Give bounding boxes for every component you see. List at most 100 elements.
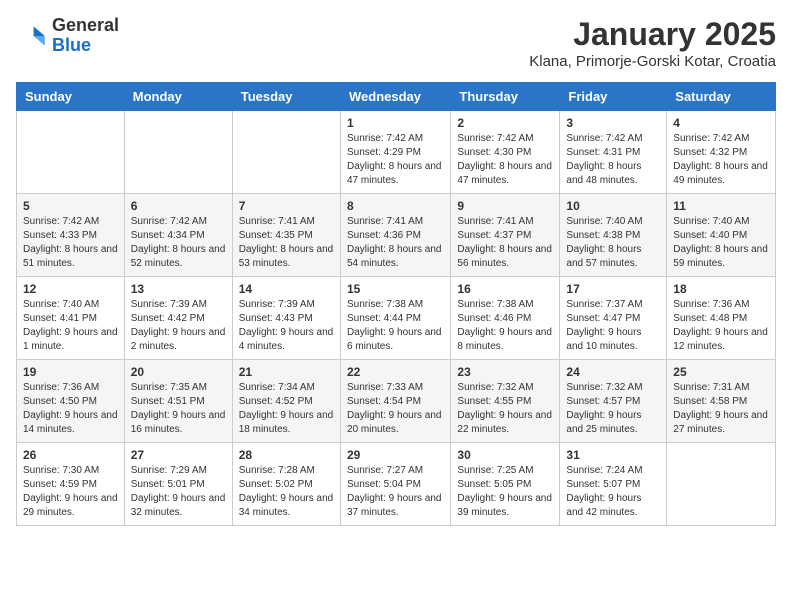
day-detail: Sunrise: 7:42 AM Sunset: 4:32 PM Dayligh…: [673, 132, 769, 188]
day-detail: Sunrise: 7:41 AM Sunset: 4:36 PM Dayligh…: [347, 215, 444, 271]
day-detail: Sunrise: 7:27 AM Sunset: 5:04 PM Dayligh…: [347, 464, 444, 520]
logo: General Blue: [16, 16, 119, 56]
day-number: 19: [23, 365, 118, 379]
calendar-week-row: 1 Sunrise: 7:42 AM Sunset: 4:29 PM Daylig…: [17, 111, 776, 194]
weekday-header-wednesday: Wednesday: [340, 83, 450, 111]
day-number: 5: [23, 199, 118, 213]
weekday-header-saturday: Saturday: [667, 83, 776, 111]
day-detail: Sunrise: 7:40 AM Sunset: 4:38 PM Dayligh…: [566, 215, 660, 271]
day-number: 1: [347, 116, 444, 130]
day-detail: Sunrise: 7:41 AM Sunset: 4:35 PM Dayligh…: [239, 215, 334, 271]
day-number: 4: [673, 116, 769, 130]
calendar-cell: 2 Sunrise: 7:42 AM Sunset: 4:30 PM Daylig…: [451, 111, 560, 194]
day-number: 26: [23, 448, 118, 462]
day-number: 17: [566, 282, 660, 296]
day-detail: Sunrise: 7:38 AM Sunset: 4:46 PM Dayligh…: [457, 298, 553, 354]
day-detail: Sunrise: 7:33 AM Sunset: 4:54 PM Dayligh…: [347, 381, 444, 437]
day-number: 21: [239, 365, 334, 379]
day-detail: Sunrise: 7:42 AM Sunset: 4:30 PM Dayligh…: [457, 132, 553, 188]
calendar-cell: 10 Sunrise: 7:40 AM Sunset: 4:38 PM Dayli…: [560, 194, 667, 277]
day-detail: Sunrise: 7:25 AM Sunset: 5:05 PM Dayligh…: [457, 464, 553, 520]
calendar-cell: 8 Sunrise: 7:41 AM Sunset: 4:36 PM Daylig…: [340, 194, 450, 277]
day-detail: Sunrise: 7:36 AM Sunset: 4:50 PM Dayligh…: [23, 381, 118, 437]
calendar-cell: 27Sunrise: 7:29 AM Sunset: 5:01 PM Dayli…: [124, 443, 232, 526]
calendar-cell: [124, 111, 232, 194]
calendar-subtitle: Klana, Primorje-Gorski Kotar, Croatia: [529, 53, 776, 70]
day-number: 11: [673, 199, 769, 213]
day-detail: Sunrise: 7:37 AM Sunset: 4:47 PM Dayligh…: [566, 298, 660, 354]
day-number: 13: [131, 282, 226, 296]
day-detail: Sunrise: 7:31 AM Sunset: 4:58 PM Dayligh…: [673, 381, 769, 437]
calendar-cell: 16 Sunrise: 7:38 AM Sunset: 4:46 PM Dayli…: [451, 277, 560, 360]
calendar-cell: 31Sunrise: 7:24 AM Sunset: 5:07 PM Dayli…: [560, 443, 667, 526]
weekday-header-friday: Friday: [560, 83, 667, 111]
day-number: 28: [239, 448, 334, 462]
day-number: 30: [457, 448, 553, 462]
calendar-week-row: 19 Sunrise: 7:36 AM Sunset: 4:50 PM Dayli…: [17, 360, 776, 443]
calendar-week-row: 26 Sunrise: 7:30 AM Sunset: 4:59 PM Dayli…: [17, 443, 776, 526]
logo-icon: [16, 20, 48, 52]
day-number: 2: [457, 116, 553, 130]
day-detail: Sunrise: 7:42 AM Sunset: 4:34 PM Dayligh…: [131, 215, 226, 271]
calendar-week-row: 5 Sunrise: 7:42 AM Sunset: 4:33 PM Daylig…: [17, 194, 776, 277]
calendar-title: January 2025: [529, 16, 776, 53]
calendar-week-row: 12Sunrise: 7:40 AM Sunset: 4:41 PM Dayli…: [17, 277, 776, 360]
weekday-header-monday: Monday: [124, 83, 232, 111]
calendar-cell: 7 Sunrise: 7:41 AM Sunset: 4:35 PM Daylig…: [232, 194, 340, 277]
title-block: January 2025 Klana, Primorje-Gorski Kota…: [529, 16, 776, 70]
day-detail: Sunrise: 7:40 AM Sunset: 4:41 PM Dayligh…: [23, 298, 118, 354]
calendar-cell: 29Sunrise: 7:27 AM Sunset: 5:04 PM Dayli…: [340, 443, 450, 526]
day-detail: Sunrise: 7:40 AM Sunset: 4:40 PM Dayligh…: [673, 215, 769, 271]
calendar-cell: 5 Sunrise: 7:42 AM Sunset: 4:33 PM Daylig…: [17, 194, 125, 277]
calendar-cell: 26 Sunrise: 7:30 AM Sunset: 4:59 PM Dayli…: [17, 443, 125, 526]
day-number: 15: [347, 282, 444, 296]
day-detail: Sunrise: 7:42 AM Sunset: 4:29 PM Dayligh…: [347, 132, 444, 188]
day-number: 3: [566, 116, 660, 130]
calendar-cell: 6 Sunrise: 7:42 AM Sunset: 4:34 PM Daylig…: [124, 194, 232, 277]
calendar-cell: 20Sunrise: 7:35 AM Sunset: 4:51 PM Dayli…: [124, 360, 232, 443]
day-detail: Sunrise: 7:32 AM Sunset: 4:55 PM Dayligh…: [457, 381, 553, 437]
day-number: 7: [239, 199, 334, 213]
day-number: 16: [457, 282, 553, 296]
logo-blue: Blue: [52, 36, 119, 56]
day-detail: Sunrise: 7:34 AM Sunset: 4:52 PM Dayligh…: [239, 381, 334, 437]
calendar-cell: 15Sunrise: 7:38 AM Sunset: 4:44 PM Dayli…: [340, 277, 450, 360]
calendar-cell: 25Sunrise: 7:31 AM Sunset: 4:58 PM Dayli…: [667, 360, 776, 443]
day-number: 18: [673, 282, 769, 296]
day-detail: Sunrise: 7:41 AM Sunset: 4:37 PM Dayligh…: [457, 215, 553, 271]
day-number: 20: [131, 365, 226, 379]
calendar-cell: 1 Sunrise: 7:42 AM Sunset: 4:29 PM Daylig…: [340, 111, 450, 194]
day-number: 10: [566, 199, 660, 213]
day-number: 6: [131, 199, 226, 213]
calendar-cell: [17, 111, 125, 194]
day-detail: Sunrise: 7:30 AM Sunset: 4:59 PM Dayligh…: [23, 464, 118, 520]
day-detail: Sunrise: 7:32 AM Sunset: 4:57 PM Dayligh…: [566, 381, 660, 437]
calendar-cell: 17 Sunrise: 7:37 AM Sunset: 4:47 PM Dayli…: [560, 277, 667, 360]
day-detail: Sunrise: 7:39 AM Sunset: 4:42 PM Dayligh…: [131, 298, 226, 354]
day-number: 24: [566, 365, 660, 379]
day-number: 23: [457, 365, 553, 379]
day-number: 8: [347, 199, 444, 213]
calendar-cell: 9 Sunrise: 7:41 AM Sunset: 4:37 PM Daylig…: [451, 194, 560, 277]
day-detail: Sunrise: 7:29 AM Sunset: 5:01 PM Dayligh…: [131, 464, 226, 520]
calendar-cell: 4 Sunrise: 7:42 AM Sunset: 4:32 PM Daylig…: [667, 111, 776, 194]
calendar-cell: 22Sunrise: 7:33 AM Sunset: 4:54 PM Dayli…: [340, 360, 450, 443]
day-detail: Sunrise: 7:42 AM Sunset: 4:33 PM Dayligh…: [23, 215, 118, 271]
calendar-cell: 23 Sunrise: 7:32 AM Sunset: 4:55 PM Dayli…: [451, 360, 560, 443]
page-header: General Blue January 2025 Klana, Primorj…: [16, 16, 776, 70]
weekday-header-tuesday: Tuesday: [232, 83, 340, 111]
calendar-cell: 12Sunrise: 7:40 AM Sunset: 4:41 PM Dayli…: [17, 277, 125, 360]
day-number: 9: [457, 199, 553, 213]
calendar-cell: 30 Sunrise: 7:25 AM Sunset: 5:05 PM Dayli…: [451, 443, 560, 526]
weekday-header-row: SundayMondayTuesdayWednesdayThursdayFrid…: [17, 83, 776, 111]
day-number: 14: [239, 282, 334, 296]
calendar-cell: [232, 111, 340, 194]
calendar-cell: 19 Sunrise: 7:36 AM Sunset: 4:50 PM Dayli…: [17, 360, 125, 443]
calendar-cell: 18Sunrise: 7:36 AM Sunset: 4:48 PM Dayli…: [667, 277, 776, 360]
weekday-header-sunday: Sunday: [17, 83, 125, 111]
weekday-header-thursday: Thursday: [451, 83, 560, 111]
day-detail: Sunrise: 7:24 AM Sunset: 5:07 PM Dayligh…: [566, 464, 660, 520]
calendar-cell: 24 Sunrise: 7:32 AM Sunset: 4:57 PM Dayli…: [560, 360, 667, 443]
calendar-table: SundayMondayTuesdayWednesdayThursdayFrid…: [16, 82, 776, 526]
calendar-cell: 13 Sunrise: 7:39 AM Sunset: 4:42 PM Dayli…: [124, 277, 232, 360]
